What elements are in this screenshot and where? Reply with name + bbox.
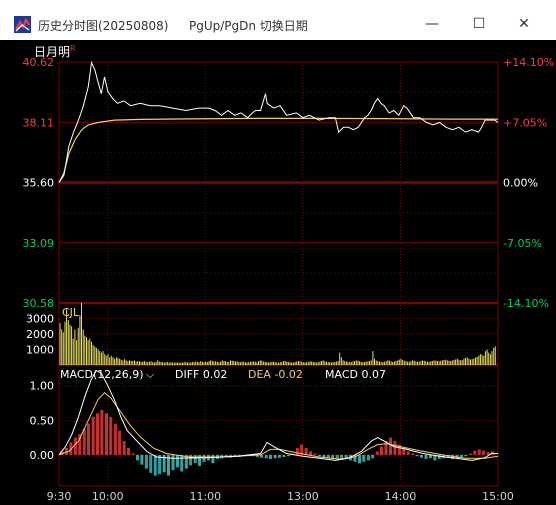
macd-tick-label: 0.00 <box>30 449 55 462</box>
volume-tick-label: 1000 <box>26 344 54 357</box>
time-tick-label: 14:00 <box>385 490 417 503</box>
macd-indicator-dea: DEA -0.02 <box>248 368 303 381</box>
maximize-button[interactable]: ☐ <box>465 12 493 36</box>
macd-tick-label: 0.50 <box>30 414 55 427</box>
percent-tick-label: +7.05% <box>503 116 547 129</box>
price-tick-label: 38.11 <box>23 116 55 129</box>
volume-label: CJL <box>62 306 80 319</box>
plot-frame <box>58 61 499 487</box>
time-tick-label: 11:00 <box>189 490 221 503</box>
time-tick-label: 13:00 <box>287 490 319 503</box>
time-axis: 9:30 10:00 11:00 13:00 14:00 15:00 <box>47 490 514 503</box>
close-button[interactable]: ✕ <box>510 12 538 36</box>
macd-panel: 1.00 0.50 0.00 MACD(12,26,9) ⌵ DIFF 0.02 DEA -… <box>30 368 499 476</box>
price-tick-label: 30.58 <box>23 297 55 310</box>
percent-tick-label: -14.10% <box>503 297 549 310</box>
price-tick-label: 33.09 <box>23 237 55 250</box>
window-title: 历史分时图(20250808) <box>38 19 169 33</box>
time-tick-label: 9:30 <box>47 490 72 503</box>
macd-indicator-macd: MACD 0.07 <box>325 368 386 381</box>
window-title-bar[interactable]: 历史分时图(20250808) PgUp/PgDn 切换日期 — ☐ ✕ <box>0 0 556 40</box>
macd-title: MACD(12,26,9) <box>60 368 144 381</box>
average-price-line <box>58 117 498 183</box>
price-tick-label: 40.62 <box>23 56 55 69</box>
app-logo-icon <box>14 16 31 33</box>
date-switch-hint: PgUp/PgDn 切换日期 <box>189 19 308 33</box>
volume-tick-label: 2000 <box>26 328 54 341</box>
time-tick-label: 10:00 <box>92 490 124 503</box>
percent-tick-label: 0.00% <box>503 177 538 190</box>
macd-tick-label: 1.00 <box>30 380 55 393</box>
intraday-chart[interactable]: 40.62 +14.10% 38.11 +7.05% 35.60 0.00% 33.09 -7… <box>0 40 556 505</box>
macd-indicator-diff: DIFF 0.02 <box>175 368 227 381</box>
price-tick-label: 35.60 <box>23 177 55 190</box>
volume-tick-label: 3000 <box>26 313 54 326</box>
minimize-button[interactable]: — <box>418 12 446 36</box>
percent-tick-label: -7.05% <box>503 237 542 250</box>
time-tick-label: 15:00 <box>482 490 514 503</box>
percent-tick-label: +14.10% <box>503 56 554 69</box>
volume-panel: 3000 2000 1000 CJL <box>26 303 498 365</box>
macd-dropdown-icon: ⌵ <box>146 368 155 381</box>
